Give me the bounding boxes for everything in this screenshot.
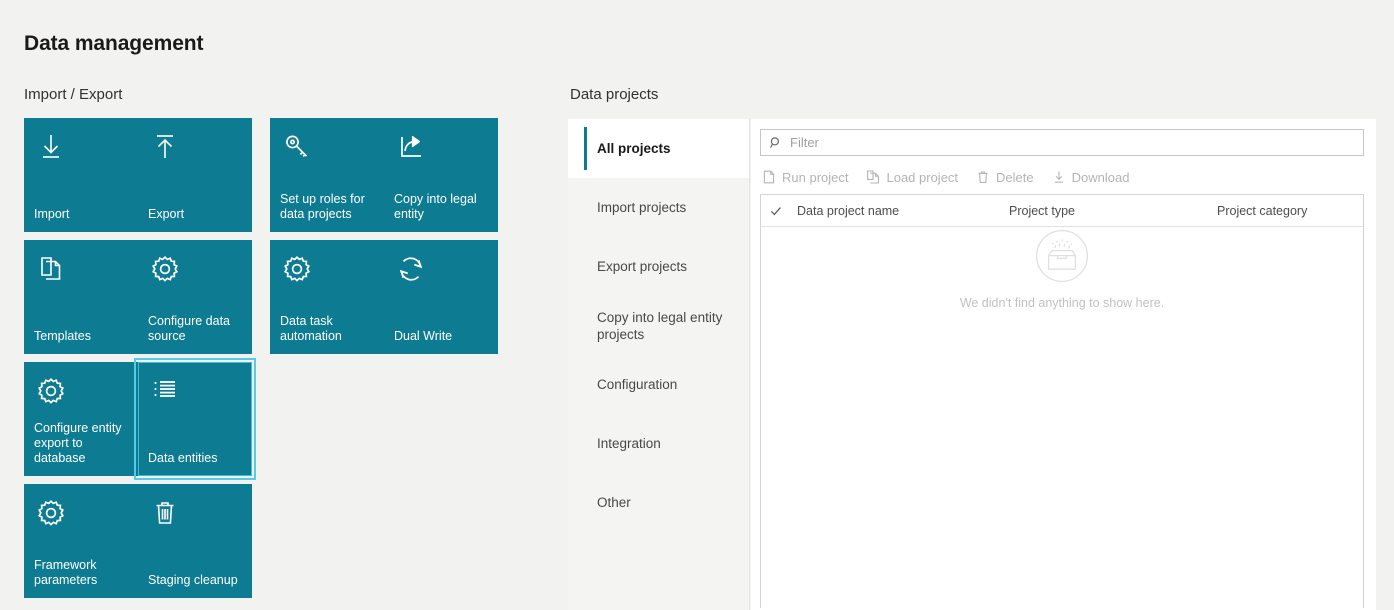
projects-command-bar: Run project Load project Delete Download (760, 160, 1364, 194)
tile-set-up-roles-for-data-projects[interactable]: Set up roles for data projects (270, 118, 384, 232)
search-icon (769, 136, 783, 150)
tile-label: Staging cleanup (148, 573, 238, 587)
gear-icon (34, 374, 68, 408)
run-project-button[interactable]: Run project (762, 170, 848, 185)
cmd-label: Delete (996, 169, 1034, 185)
data-projects-section: Data projects All projects Import projec… (568, 82, 1376, 610)
page-title: Data management (24, 32, 204, 55)
empty-state: We didn't find anything to show here. (761, 225, 1363, 310)
projects-main-area: Run project Load project (751, 119, 1376, 610)
column-header-project-category[interactable]: Project category (1217, 204, 1363, 218)
tile-copy-into-legal-entity[interactable]: Copy into legal entity (384, 118, 498, 232)
tile-framework-parameters[interactable]: Framework parameters (24, 484, 138, 598)
trash-can-icon (148, 496, 182, 530)
copy-pages-icon (866, 170, 880, 184)
tile-templates[interactable]: Templates (24, 240, 138, 354)
key-icon (280, 130, 314, 164)
nav-item-integration[interactable]: Integration (568, 414, 749, 473)
tile-label: Data task automation (280, 314, 342, 343)
copy-pages-icon (34, 252, 68, 286)
column-header-data-project-name[interactable]: Data project name (797, 204, 1009, 218)
data-projects-body: All projects Import projects Export proj… (568, 119, 1376, 610)
nav-item-label: All projects (597, 141, 671, 156)
nav-item-label: Other (597, 495, 631, 510)
nav-item-label: Integration (597, 436, 661, 451)
data-management-page: Data management Import / Export Import E… (0, 0, 1394, 610)
nav-item-configuration[interactable]: Configuration (568, 355, 749, 414)
load-project-button[interactable]: Load project (866, 170, 958, 185)
trash-can-icon (976, 170, 990, 184)
cmd-label: Download (1071, 169, 1130, 185)
filter-box[interactable] (760, 129, 1364, 156)
tile-data-entities[interactable]: Data entities (134, 358, 256, 480)
download-button[interactable]: Download (1052, 169, 1130, 185)
nav-item-import-projects[interactable]: Import projects (568, 178, 749, 237)
nav-item-export-projects[interactable]: Export projects (568, 237, 749, 296)
gear-icon (280, 252, 314, 286)
nav-item-label: Export projects (597, 259, 688, 274)
empty-state-message: We didn't find anything to show here. (959, 296, 1165, 310)
import-export-tile-grid: Import Export Set up roles for data proj… (24, 118, 544, 598)
tile-configure-entity-export-to-database[interactable]: Configure entity export to database (24, 362, 138, 476)
tile-configure-data-source[interactable]: Configure data source (138, 240, 252, 354)
bulleted-list-icon (148, 374, 182, 408)
column-header-project-type[interactable]: Project type (1009, 204, 1217, 218)
download-arrow-icon (1052, 170, 1066, 184)
nav-item-label: Configuration (597, 377, 678, 392)
page-run-icon (762, 170, 776, 184)
tile-label: Templates (34, 329, 91, 343)
gear-icon (34, 496, 68, 530)
tile-import[interactable]: Import (24, 118, 138, 232)
nav-item-label: Import projects (597, 200, 687, 215)
tile-label: Import (34, 207, 70, 221)
sync-circular-arrows-icon (394, 252, 428, 286)
tile-label: Data entities (148, 451, 218, 465)
nav-item-label: Copy into legal entity projects (597, 309, 723, 342)
share-export-icon (394, 130, 428, 164)
tile-export[interactable]: Export (138, 118, 252, 232)
tile-label: Set up roles for data projects (280, 192, 365, 221)
select-all-checkmark-icon[interactable] (769, 204, 797, 218)
nav-item-all-projects[interactable]: All projects (568, 119, 749, 178)
tile-staging-cleanup[interactable]: Staging cleanup (138, 484, 252, 598)
tile-label: Framework parameters (34, 558, 98, 587)
projects-grid-header: Data project name Project type Project c… (761, 195, 1363, 227)
projects-nav-list: All projects Import projects Export proj… (568, 119, 750, 610)
nav-item-copy-into-legal-entity-projects[interactable]: Copy into legal entity projects (568, 296, 749, 355)
tile-label: Export (148, 207, 185, 221)
delete-button[interactable]: Delete (976, 170, 1034, 185)
projects-grid: Data project name Project type Project c… (760, 194, 1364, 608)
download-arrow-icon (34, 130, 68, 164)
tile-dual-write[interactable]: Dual Write (384, 240, 498, 354)
search-input[interactable] (790, 131, 1363, 154)
empty-box-icon (1031, 225, 1093, 287)
tile-data-task-automation[interactable]: Data task automation (270, 240, 384, 354)
tile-label: Copy into legal entity (394, 192, 477, 221)
cmd-label: Run project (782, 169, 849, 185)
cmd-label: Load project (886, 169, 959, 185)
upload-arrow-icon (148, 130, 182, 164)
gear-icon (148, 252, 182, 286)
data-projects-heading: Data projects (570, 86, 659, 103)
nav-item-other[interactable]: Other (568, 473, 749, 532)
import-export-section: Import / Export Import Export Set up rol… (0, 82, 560, 610)
import-export-heading: Import / Export (24, 86, 123, 103)
tile-label: Configure entity export to database (34, 421, 122, 465)
tile-label: Configure data source (148, 314, 231, 343)
tile-label: Dual Write (394, 329, 453, 343)
